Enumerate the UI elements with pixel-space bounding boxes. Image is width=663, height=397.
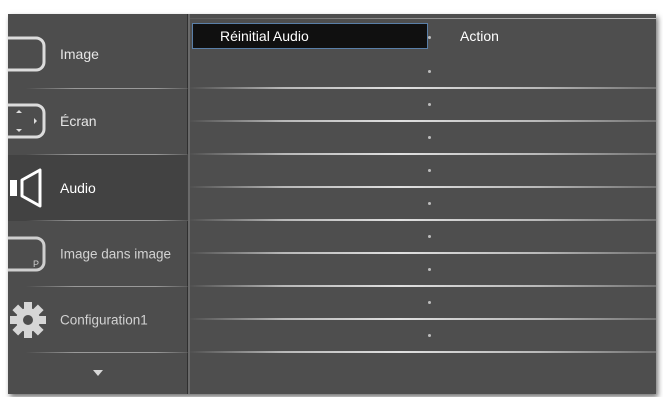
sidebar-item-label: Image [60, 46, 99, 62]
bullet-dot [428, 168, 431, 172]
divider [190, 351, 656, 353]
sidebar-item-image-dans-image[interactable]: P Image dans image [8, 221, 188, 287]
sidebar-item-label: Image dans image [60, 246, 172, 262]
bullet-dot [428, 102, 431, 106]
sidebar-item-audio[interactable]: Audio [8, 155, 188, 221]
bullet-dot [428, 333, 431, 337]
divider [190, 18, 656, 19]
list-item[interactable] [190, 153, 656, 186]
sidebar-item-configuration1[interactable]: Configuration1 [8, 287, 188, 353]
list-item[interactable] [190, 285, 656, 318]
list-item [190, 20, 656, 53]
bullet-dot [428, 69, 431, 73]
list-item[interactable] [190, 54, 656, 87]
list-item[interactable] [190, 120, 656, 153]
sidebar-item-image[interactable]: Image [8, 21, 188, 87]
sidebar-item-label: Audio [60, 180, 96, 196]
gear-icon [10, 302, 46, 338]
reset-audio-value[interactable]: Action [460, 28, 499, 44]
screen-adjust-icon [8, 103, 46, 139]
sidebar-item-ecran[interactable]: Écran [8, 88, 188, 154]
osd-menu: Image Écran Audio P Image dans image Con… [8, 14, 656, 394]
sidebar-item-label: Configuration1 [60, 312, 148, 328]
list-item[interactable] [190, 87, 656, 120]
list-item[interactable] [190, 318, 656, 351]
svg-text:P: P [33, 259, 39, 269]
bullet-dot [428, 135, 431, 139]
bullet-dot [428, 300, 431, 304]
bullet-dot [428, 201, 431, 205]
monitor-icon [8, 36, 46, 72]
bullet-dot [428, 35, 431, 39]
pip-icon: P [8, 236, 46, 272]
bullet-dot [428, 234, 431, 238]
divider [26, 352, 188, 353]
list-item[interactable] [190, 219, 656, 252]
list-item[interactable] [190, 252, 656, 285]
sidebar-item-label: Écran [60, 113, 97, 129]
sidebar: Image Écran Audio P Image dans image Con… [8, 14, 190, 394]
speaker-icon [10, 168, 42, 208]
list-item[interactable] [190, 186, 656, 219]
main-panel: Réinitial Audio Action [190, 14, 656, 394]
triangle-down-icon[interactable] [93, 370, 103, 376]
bullet-dot [428, 267, 431, 271]
